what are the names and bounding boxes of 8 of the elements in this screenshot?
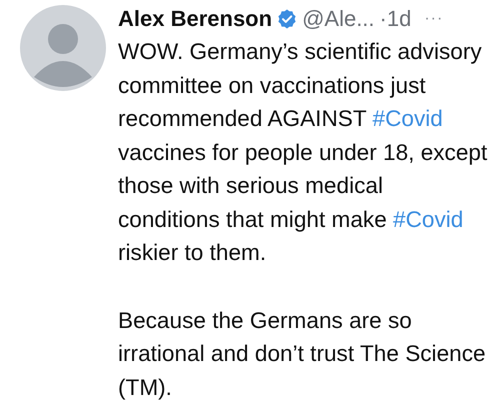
author-name[interactable]: Alex Berenson [118, 6, 272, 32]
more-options[interactable]: ··· [424, 10, 444, 28]
hashtag-link[interactable]: #Covid [393, 206, 464, 232]
timestamp[interactable]: ·1d [380, 6, 412, 32]
user-handle[interactable]: @Ale... [302, 6, 375, 32]
tweet-text: Because the Germans are so irrational and don’t trust The Science (TM). [118, 306, 487, 402]
tweet-text: WOW. Germany’s scientific advisory committee on vaccinations just recommended AGAINST #Covid vaccines for people under 18, except those with serious medical conditions that might make #Covid riskier to them. [118, 38, 488, 267]
hashtag-link[interactable]: #Covid [372, 106, 443, 131]
